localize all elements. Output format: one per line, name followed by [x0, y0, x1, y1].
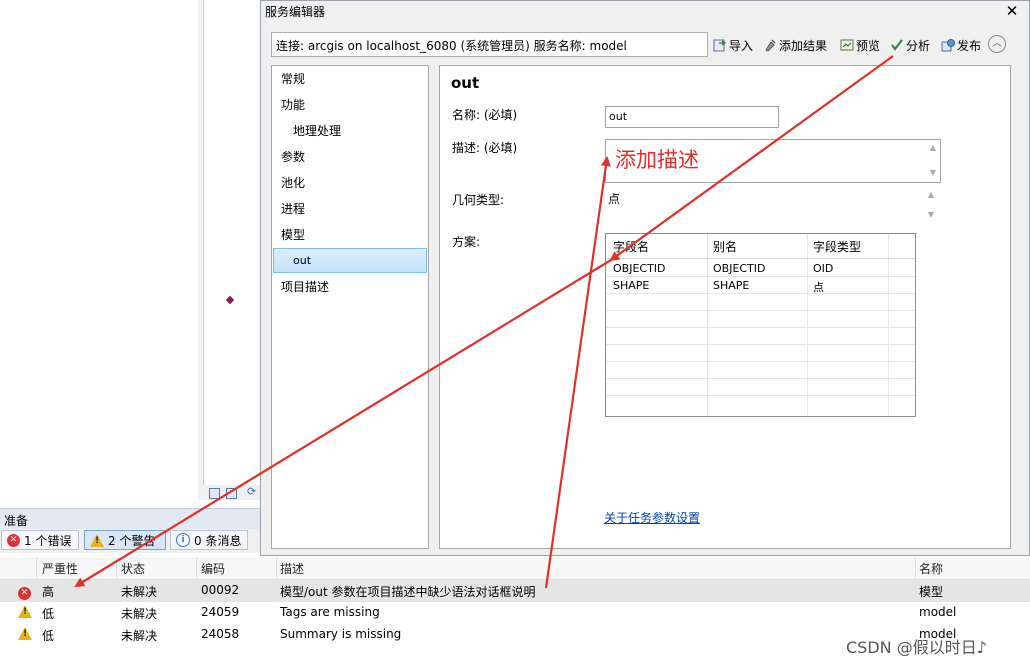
collapse-icon[interactable]: ︿	[988, 35, 1006, 53]
schema-col-field-type[interactable]: 字段类型	[813, 238, 861, 255]
code-cell: 24058	[201, 627, 240, 641]
map-canvas[interactable]	[203, 0, 261, 485]
analyze-label: 分析	[906, 38, 931, 53]
state-cell: 未解决	[121, 629, 158, 643]
catalog-pane	[0, 0, 199, 500]
messages-filter-button[interactable]: i 0 条消息	[170, 530, 248, 550]
dialog-title: 服务编辑器	[265, 5, 326, 19]
error-icon: ✕	[7, 533, 20, 547]
close-icon[interactable]: ✕	[999, 1, 1025, 21]
col-severity[interactable]: 严重性	[42, 560, 78, 577]
preview-icon	[840, 39, 854, 51]
connection-info: 连接: arcgis on localhost_6080 (系统管理员) 服务名…	[271, 32, 708, 57]
code-cell: 00092	[201, 583, 240, 597]
schema-cell: SHAPE	[613, 279, 650, 292]
import-button[interactable]: 导入	[713, 35, 753, 55]
description-text: 添加描述	[615, 148, 699, 172]
refresh-icon[interactable]: ⟳	[247, 485, 256, 498]
nav-item-geoprocessing[interactable]: 地理处理	[293, 121, 341, 141]
schema-cell: OBJECTID	[713, 262, 766, 275]
scroll-up-icon[interactable]: ▲	[928, 190, 934, 199]
data-view-icon[interactable]	[226, 488, 237, 499]
warning-icon: !	[18, 627, 32, 640]
nav-item-capabilities[interactable]: 功能	[281, 95, 305, 115]
publish-label: 发布	[957, 38, 982, 53]
add-result-icon	[765, 39, 776, 52]
nav-item-processes[interactable]: 进程	[281, 199, 305, 219]
watermark: CSDN @假以时日♪	[846, 638, 987, 657]
description-field[interactable]: 添加描述 ▲ ▼	[605, 139, 941, 183]
preview-button[interactable]: 预览	[840, 35, 880, 55]
issues-table-header: 严重性 状态 编码 描述 名称	[0, 557, 1030, 580]
nav-item-item-description[interactable]: 项目描述	[281, 277, 329, 297]
description-cell: Summary is missing	[280, 627, 402, 641]
errors-filter-label: 1 个错误	[24, 533, 72, 548]
state-cell: 未解决	[121, 607, 158, 621]
scroll-up-icon[interactable]: ▲	[930, 143, 936, 152]
info-icon: i	[176, 533, 190, 547]
table-row[interactable]: ! 低 未解决 24059 Tags are missing model	[0, 602, 1030, 624]
severity-cell: 高	[42, 585, 55, 599]
warning-icon: !	[18, 605, 32, 618]
service-editor-dialog: 服务编辑器 ✕ 连接: arcgis on localhost_6080 (系统…	[260, 0, 1030, 556]
warnings-filter-label: 2 个警告	[108, 533, 156, 548]
import-icon	[713, 39, 727, 52]
nav-item-pooling[interactable]: 池化	[281, 173, 305, 193]
errors-filter-button[interactable]: ✕ 1 个错误	[1, 530, 79, 550]
nav-item-out[interactable]: out	[293, 251, 311, 271]
warning-icon: !	[90, 533, 104, 547]
import-label: 导入	[729, 38, 754, 53]
add-result-button[interactable]: 添加结果	[763, 35, 827, 55]
nav-item-general[interactable]: 常规	[281, 69, 305, 89]
error-icon: ✕	[18, 587, 31, 600]
col-name[interactable]: 名称	[919, 560, 943, 577]
severity-cell: 低	[42, 607, 55, 621]
schema-col-field-name[interactable]: 字段名	[613, 238, 649, 255]
geometry-scrollbar[interactable]: ▲ ▼	[922, 190, 938, 224]
name-label: 名称: (必填)	[452, 108, 518, 122]
publish-icon	[941, 39, 955, 52]
preview-label: 预览	[856, 38, 881, 53]
nav-item-model[interactable]: 模型	[281, 225, 305, 245]
name-field[interactable]: out	[605, 106, 779, 128]
state-cell: 未解决	[121, 585, 158, 599]
severity-cell: 低	[42, 629, 55, 643]
description-label: 描述: (必填)	[452, 141, 518, 155]
name-cell: model	[919, 605, 957, 619]
geometry-type-value: 点	[608, 192, 621, 206]
scroll-down-icon[interactable]: ▼	[930, 168, 936, 177]
schema-cell: SHAPE	[713, 279, 750, 292]
settings-nav: 常规 功能 地理处理 参数 池化 进程 模型 out 项目描述	[271, 65, 429, 549]
col-state[interactable]: 状态	[121, 560, 145, 577]
schema-cell: OBJECTID	[613, 262, 666, 275]
schema-grid: 字段名 别名 字段类型 OBJECTID OBJECTID OID SHAPE …	[605, 233, 916, 417]
prepare-title: 准备	[4, 514, 29, 528]
panel-title: out	[451, 74, 480, 92]
prepare-window-header: 准备	[0, 508, 260, 529]
publish-button[interactable]: 发布	[941, 35, 981, 55]
messages-filter-label: 0 条消息	[194, 533, 242, 548]
parameter-panel: out 名称: (必填) out 描述: (必填) 添加描述 ▲ ▼ 几何类型:…	[439, 65, 1011, 549]
scroll-down-icon[interactable]: ▼	[928, 210, 934, 219]
analyze-button[interactable]: 分析	[890, 35, 930, 55]
add-result-label: 添加结果	[779, 38, 828, 53]
schema-col-alias[interactable]: 别名	[713, 238, 737, 255]
col-description[interactable]: 描述	[280, 560, 304, 577]
schema-label: 方案:	[452, 235, 481, 249]
layout-view-icon[interactable]	[209, 488, 220, 499]
schema-cell: 点	[813, 281, 824, 294]
geometry-type-label: 几何类型:	[452, 193, 505, 207]
table-row[interactable]: ✕ 高 未解决 00092 模型/out 参数在项目描述中缺少语法对话框说明 模…	[0, 580, 1030, 602]
col-code[interactable]: 编码	[201, 560, 225, 577]
task-parameter-help-link[interactable]: 关于任务参数设置	[604, 509, 700, 526]
nav-item-parameters[interactable]: 参数	[281, 147, 305, 167]
description-cell: 模型/out 参数在项目描述中缺少语法对话框说明	[280, 585, 536, 599]
name-cell: 模型	[919, 585, 944, 599]
description-cell: Tags are missing	[280, 605, 380, 619]
checkmark-icon	[891, 39, 903, 51]
warnings-filter-button[interactable]: ! 2 个警告	[84, 530, 166, 550]
schema-cell: OID	[813, 262, 834, 275]
code-cell: 24059	[201, 605, 240, 619]
